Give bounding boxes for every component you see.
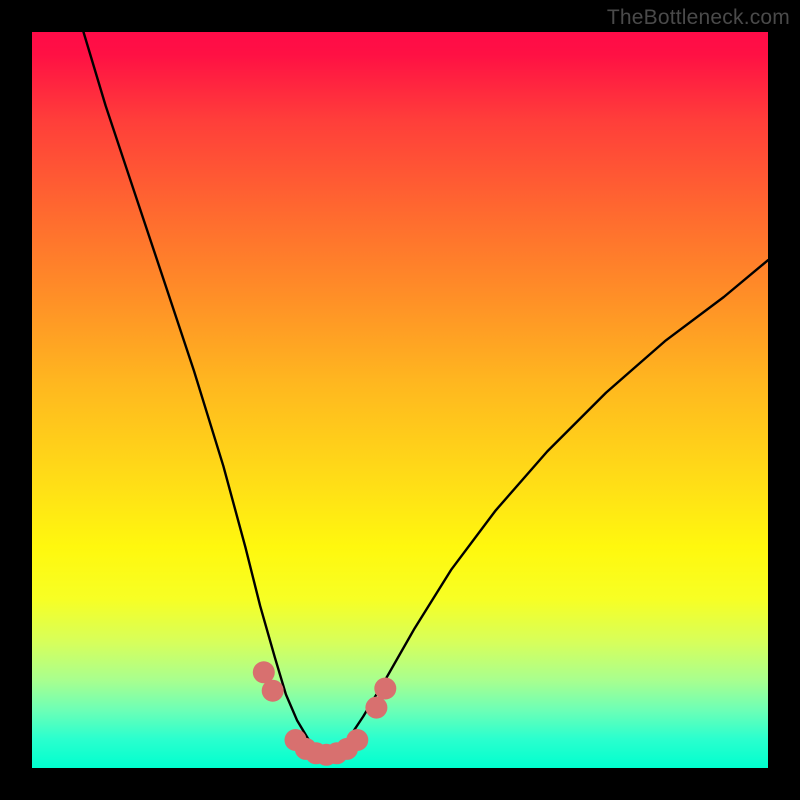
highlight-bead — [374, 678, 396, 700]
left-curve — [84, 32, 327, 757]
highlight-bead — [365, 697, 387, 719]
highlight-bead — [346, 729, 368, 751]
watermark-text: TheBottleneck.com — [607, 6, 790, 30]
chart-frame: TheBottleneck.com — [0, 0, 800, 800]
curve-layer — [32, 32, 768, 768]
highlight-bead — [262, 680, 284, 702]
plot-area — [32, 32, 768, 768]
